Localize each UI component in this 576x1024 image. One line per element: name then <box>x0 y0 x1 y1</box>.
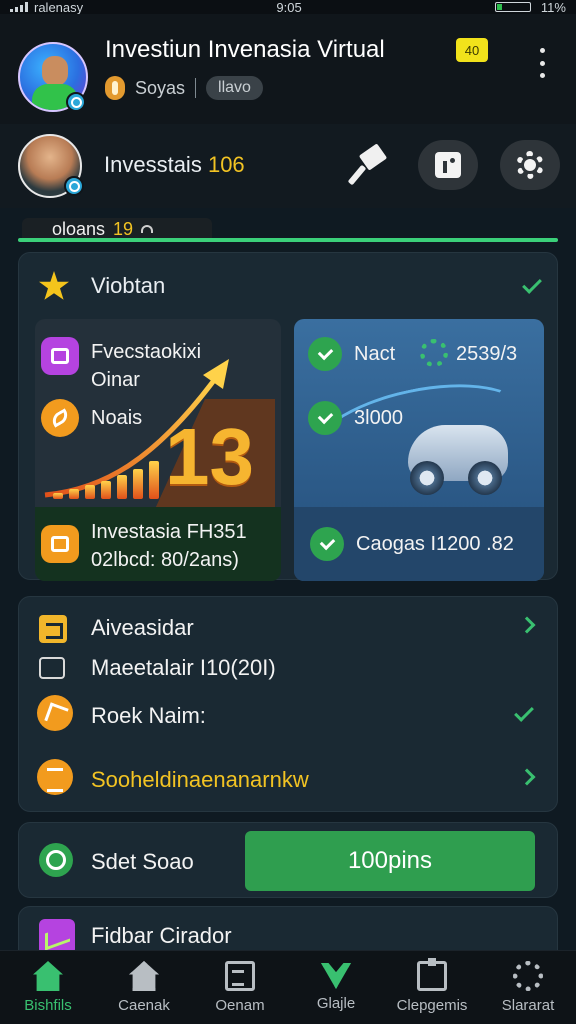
ring-icon <box>39 843 73 877</box>
check-icon <box>514 702 534 722</box>
house-icon <box>129 961 159 991</box>
chevron-right-icon[interactable] <box>518 768 536 786</box>
more-menu-icon[interactable] <box>530 48 554 78</box>
list-item-label[interactable]: Maeetalair I10(20I) <box>91 655 276 681</box>
nav-item-oenam[interactable]: Oenam <box>192 951 288 1024</box>
panel-item-label: Noais <box>91 407 143 429</box>
carrier-label: ralenasy <box>34 0 84 14</box>
document-icon <box>225 961 255 991</box>
list-item-label[interactable]: Roek Naim: <box>91 703 206 729</box>
ticket-icon <box>39 615 67 643</box>
vehicle-item-label: Nact <box>354 343 396 365</box>
nav-label: Bishfils <box>24 997 72 1014</box>
check-icon <box>522 274 542 294</box>
leaf-circle-icon <box>310 527 344 561</box>
divider <box>195 78 197 98</box>
points-button[interactable]: 100pins <box>245 831 535 891</box>
overview-card: Viobtan Fvecstaokixi Oinar Noais 13 Inve… <box>18 252 558 581</box>
nav-label: Glajle <box>316 995 356 1012</box>
nav-label: Oenam <box>215 997 265 1014</box>
nav-item-caenak[interactable]: Caenak <box>96 951 192 1024</box>
nav-item-slararat[interactable]: Slararat <box>480 951 576 1024</box>
nav-label: Clepgemis <box>396 997 468 1014</box>
overview-title: Viobtan <box>91 273 166 298</box>
chevron-right-icon[interactable] <box>518 616 536 634</box>
panel-item-subtitle: Oinar <box>91 369 140 391</box>
runner-icon <box>37 695 73 731</box>
arch-icon <box>141 225 154 233</box>
signal-icon <box>10 2 28 12</box>
hammer-icon[interactable] <box>350 148 390 184</box>
settings-icon <box>513 961 543 991</box>
settings-button[interactable] <box>500 140 560 190</box>
coins-icon <box>37 759 73 795</box>
list-item-label[interactable]: Aiveasidar <box>91 615 194 641</box>
action-label: Sdet Soao <box>91 849 194 874</box>
header-subtitle-row: Soyas llavo <box>105 76 263 100</box>
ticker-value: 19 <box>113 218 134 239</box>
app-header: Investiun Invenasia Virtual 40 Soyas lla… <box>0 14 576 124</box>
nav-label: Caenak <box>118 997 170 1014</box>
grid-icon <box>39 657 65 679</box>
nav-label: Slararat <box>501 997 555 1014</box>
clock: 9:05 <box>276 0 302 14</box>
timer-icon <box>308 401 342 435</box>
progress-line <box>18 238 558 242</box>
vehicle-footer-text: Caogas I1200 .82 <box>356 533 514 555</box>
footer-line-2: 02lbcd: 80/2ans) <box>91 549 239 571</box>
profile-row: Invesstais 106 <box>0 124 576 208</box>
battery-label: 11% <box>540 0 566 14</box>
list-item-label[interactable]: Sooheldinaenanarnkw <box>91 767 309 793</box>
cog-icon <box>420 339 448 367</box>
ticker-label: oloans <box>52 218 106 239</box>
nav-item-clepgemis[interactable]: Clepgemis <box>384 951 480 1024</box>
check-circle-icon <box>308 337 342 371</box>
panel-footer: Investasia FH351 02lbcd: 80/2ans) <box>35 507 281 581</box>
big-number: 13 <box>165 412 254 501</box>
info-button[interactable] <box>418 140 478 190</box>
gear-icon <box>516 151 544 179</box>
car-graphic <box>394 407 514 497</box>
heart-icon <box>321 963 351 989</box>
clipboard-icon <box>417 958 447 991</box>
investment-panel[interactable]: Fvecstaokixi Oinar Noais 13 Investasia F… <box>35 319 281 581</box>
vehicle-item-value: 2539/3 <box>456 343 518 365</box>
header-tag[interactable]: llavo <box>206 76 263 100</box>
ticker-tab[interactable]: oloans 19 <box>22 218 212 240</box>
home-icon <box>33 961 63 991</box>
vehicle-amount: 3l000 <box>354 407 403 429</box>
chart-icon <box>41 337 79 375</box>
coin-icon <box>105 76 125 100</box>
profile-score: 106 <box>207 152 245 177</box>
star-icon <box>39 271 69 300</box>
nav-item-home[interactable]: Bishfils <box>0 951 96 1024</box>
info-icon <box>435 152 461 178</box>
status-bar: ralenasy 9:05 11% <box>0 0 576 14</box>
header-subtitle: Soyas <box>135 77 186 98</box>
bottom-nav: Bishfils Caenak Oenam Glajle Clepgemis S… <box>0 950 576 1024</box>
invoice-icon <box>41 525 79 563</box>
footer-line-1: Investasia FH351 <box>91 521 247 543</box>
leaf-icon <box>41 399 79 437</box>
verified-icon <box>66 92 86 112</box>
profile-name-text: Invesstais <box>104 152 202 177</box>
vehicle-footer: Caogas I1200 .82 <box>294 507 544 581</box>
profile-name: Invesstais 106 <box>104 152 245 178</box>
panel-item-title: Fvecstaokixi <box>91 341 202 363</box>
options-list-card: Aiveasidar Maeetalair I10(20I) Roek Naim… <box>18 596 558 812</box>
level-badge: 40 <box>456 38 488 62</box>
vehicle-panel[interactable]: Nact 2539/3 3l000 Caogas I1200 .82 <box>294 319 544 581</box>
profile-badge-icon <box>64 176 84 196</box>
partial-card-label[interactable]: Fidbar Cirador <box>91 923 232 949</box>
action-card: Sdet Soao 100pins <box>18 822 558 898</box>
app-title: Investiun Invenasia Virtual <box>105 36 385 63</box>
battery-icon <box>494 2 531 12</box>
nav-item-glajle[interactable]: Glajle <box>288 951 384 1024</box>
